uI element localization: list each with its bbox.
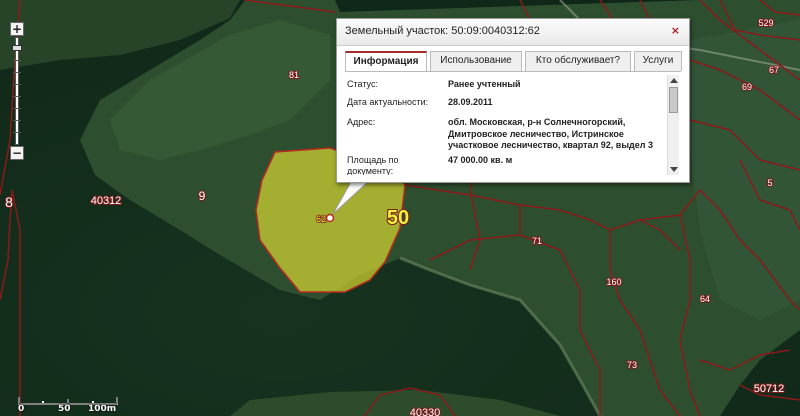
tab-usage[interactable]: Использование [430,51,522,71]
parcel-label: 71 [532,236,542,246]
close-icon[interactable]: × [671,24,680,37]
zoom-slider-thumb[interactable] [12,45,22,51]
quarter-number-label: 50 [387,207,409,229]
scroll-thumb[interactable] [669,87,678,113]
tab-divider [345,71,681,72]
parcel-label: 5 [767,178,772,188]
zoom-tick [13,108,21,109]
zoom-out-button[interactable]: − [10,146,24,160]
info-key: Статус: [347,79,378,89]
parcel-marker[interactable] [325,213,335,223]
zoom-tick [13,72,21,73]
zoom-tick [13,96,21,97]
scroll-down-icon[interactable] [670,167,678,172]
parcel-label: 69 [742,82,752,92]
tab-services[interactable]: Услуги [634,51,682,71]
zoom-tick [13,120,21,121]
info-value: Ранее учтенный [448,79,521,89]
parcel-label: 40330 [410,407,441,416]
info-value: 28.09.2011 [448,97,493,107]
info-value: 47 000.00 кв. м [448,155,513,165]
parcel-label: 67 [769,65,779,75]
parcel-label: 81 [289,70,299,80]
zoom-tick [13,60,21,61]
parcel-label: 160 [606,277,621,287]
parcel-label: 9 [199,189,206,203]
popup-header: Земельный участок: 50:09:0040312:62 × [337,19,689,46]
zoom-slider-track[interactable] [12,37,22,145]
zoom-tick [13,84,21,85]
popup-tabs: Информация Использование Кто обслуживает… [345,51,685,71]
popup-scrollbar[interactable] [667,75,679,175]
tab-information[interactable]: Информация [345,51,427,71]
scale-label-mid: 50 [58,404,71,414]
info-value: обл. Московская, р-н Солнечногорский, Дм… [448,117,653,150]
parcel-info-popup: Земельный участок: 50:09:0040312:62 × Ин… [336,18,690,183]
scale-label-zero: 0 [18,404,25,414]
info-key: Адрес: [347,117,376,127]
zoom-control: + − [10,22,24,160]
info-key: Площадь по документу: [347,155,399,175]
zoom-in-button[interactable]: + [10,22,24,36]
popup-title: Земельный участок: 50:09:0040312:62 [345,25,540,37]
zoom-tick [13,132,21,133]
parcel-marker-label: 62 [316,214,326,224]
scale-label-end: 100m [88,404,117,414]
parcel-label: 73 [627,360,637,370]
tab-who-serves[interactable]: Кто обслуживает? [525,51,631,71]
scale-bar: 0 50 100m [18,396,118,416]
parcel-label: 64 [700,294,710,304]
parcel-label: 529 [758,18,773,28]
info-key: Дата актуальности: [347,97,429,107]
parcel-label: 40312 [91,195,122,207]
parcel-label: 50712 [754,383,785,395]
info-table: Статус: Ранее учтенный Дата актуальности… [347,75,665,175]
scroll-up-icon[interactable] [670,78,678,83]
parcel-label: 8 [5,194,13,210]
